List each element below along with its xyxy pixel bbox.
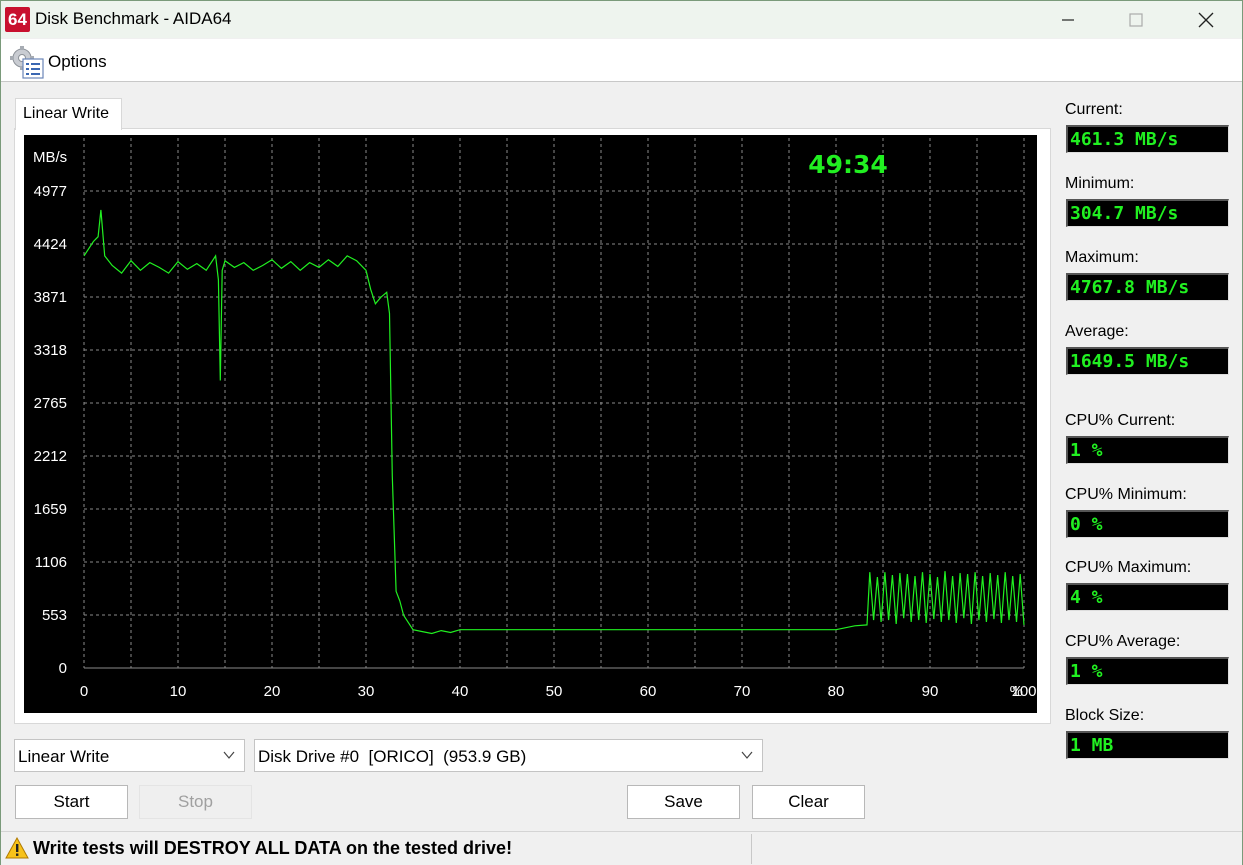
- maximize-icon: [1129, 12, 1143, 27]
- stat-label: Average:: [1065, 323, 1129, 340]
- minimize-icon: [1062, 18, 1074, 21]
- x-tick-label: 60: [640, 683, 657, 700]
- y-tick-label: 3318: [34, 342, 67, 359]
- stat-value: 304.7 MB/s: [1066, 199, 1229, 227]
- minimize-button[interactable]: [1033, 1, 1103, 38]
- y-tick-label: 2212: [34, 448, 67, 465]
- stat-label: CPU% Average:: [1065, 633, 1181, 650]
- options-gear-list-icon[interactable]: [9, 45, 45, 79]
- status-bar: Write tests will DESTROY ALL DATA on the…: [1, 831, 1242, 865]
- y-tick-label: 1659: [34, 501, 67, 518]
- stat-label: Minimum:: [1065, 175, 1135, 192]
- stat-label: Current:: [1065, 101, 1123, 118]
- maximize-button[interactable]: [1101, 1, 1171, 38]
- stat-value: 4 %: [1066, 583, 1229, 611]
- drive-select[interactable]: Disk Drive #0 [ORICO] (953.9 GB): [254, 739, 763, 772]
- menu-bar: Options: [1, 39, 1242, 82]
- y-tick-label: 0: [59, 660, 67, 677]
- stat-value: 4767.8 MB/s: [1066, 273, 1229, 301]
- y-tick-label: 3871: [34, 289, 67, 306]
- stat-label: CPU% Current:: [1065, 412, 1176, 429]
- chevron-down-icon: [223, 751, 235, 759]
- benchmark-chart: 0 553 1106 1659 2212 2765 3318 3871 4424 4977 MB/s…: [33, 138, 1037, 700]
- x-tick-label: 10: [170, 683, 187, 700]
- benchmark-graph: 0 553 1106 1659 2212 2765 3318 3871 4424 4977 MB/s…: [24, 135, 1037, 713]
- x-axis-unit-label: %: [1010, 683, 1023, 700]
- save-button[interactable]: Save: [627, 785, 740, 819]
- title-bar[interactable]: 64 Disk Benchmark - AIDA64: [1, 1, 1242, 38]
- chevron-down-icon: [741, 751, 753, 759]
- stat-label: CPU% Maximum:: [1065, 559, 1192, 576]
- x-tick-label: 70: [734, 683, 751, 700]
- y-tick-label: 553: [42, 607, 67, 624]
- stat-value: 0 %: [1066, 510, 1229, 538]
- y-tick-label: 2765: [34, 395, 67, 412]
- y-tick-label: 4977: [34, 183, 67, 200]
- window-title: Disk Benchmark - AIDA64: [35, 9, 232, 28]
- options-menu[interactable]: Options: [48, 52, 107, 72]
- benchmark-window: 64 Disk Benchmark - AIDA64 Options Linea…: [0, 0, 1243, 865]
- stat-value: 1 %: [1066, 436, 1229, 464]
- stat-value: 1649.5 MB/s: [1066, 347, 1229, 375]
- stat-value: 1 %: [1066, 657, 1229, 685]
- test-type-select[interactable]: Linear Write: [14, 739, 245, 772]
- tab-linear-write[interactable]: Linear Write: [15, 98, 122, 130]
- x-tick-label: 40: [452, 683, 469, 700]
- stat-value: 461.3 MB/s: [1066, 125, 1229, 153]
- x-tick-label: 50: [546, 683, 563, 700]
- close-icon: [1198, 12, 1214, 27]
- warning-message: Write tests will DESTROY ALL DATA on the…: [33, 838, 513, 858]
- y-tick-label: 4424: [34, 236, 67, 253]
- y-tick-label: 1106: [35, 554, 67, 571]
- stat-label: Maximum:: [1065, 249, 1139, 266]
- start-button[interactable]: Start: [15, 785, 128, 819]
- x-tick-label: 90: [922, 683, 939, 700]
- test-type-value: Linear Write: [18, 747, 110, 766]
- elapsed-time: 49:34: [808, 150, 888, 179]
- stat-label: Block Size:: [1065, 707, 1145, 724]
- x-tick-label: 80: [828, 683, 845, 700]
- y-axis-unit-label: MB/s: [33, 149, 67, 166]
- stat-value: 1 MB: [1066, 731, 1229, 759]
- status-separator: [751, 834, 752, 864]
- warning-icon: [5, 837, 29, 859]
- x-tick-label: 20: [264, 683, 281, 700]
- close-button[interactable]: [1171, 1, 1241, 38]
- stat-label: CPU% Minimum:: [1065, 486, 1187, 503]
- stop-button[interactable]: Stop: [139, 785, 252, 819]
- drive-value: Disk Drive #0 [ORICO] (953.9 GB): [258, 747, 527, 766]
- x-tick-label: 0: [80, 683, 88, 700]
- aida64-app-icon: 64: [5, 7, 30, 32]
- x-tick-label: 30: [358, 683, 375, 700]
- clear-button[interactable]: Clear: [752, 785, 865, 819]
